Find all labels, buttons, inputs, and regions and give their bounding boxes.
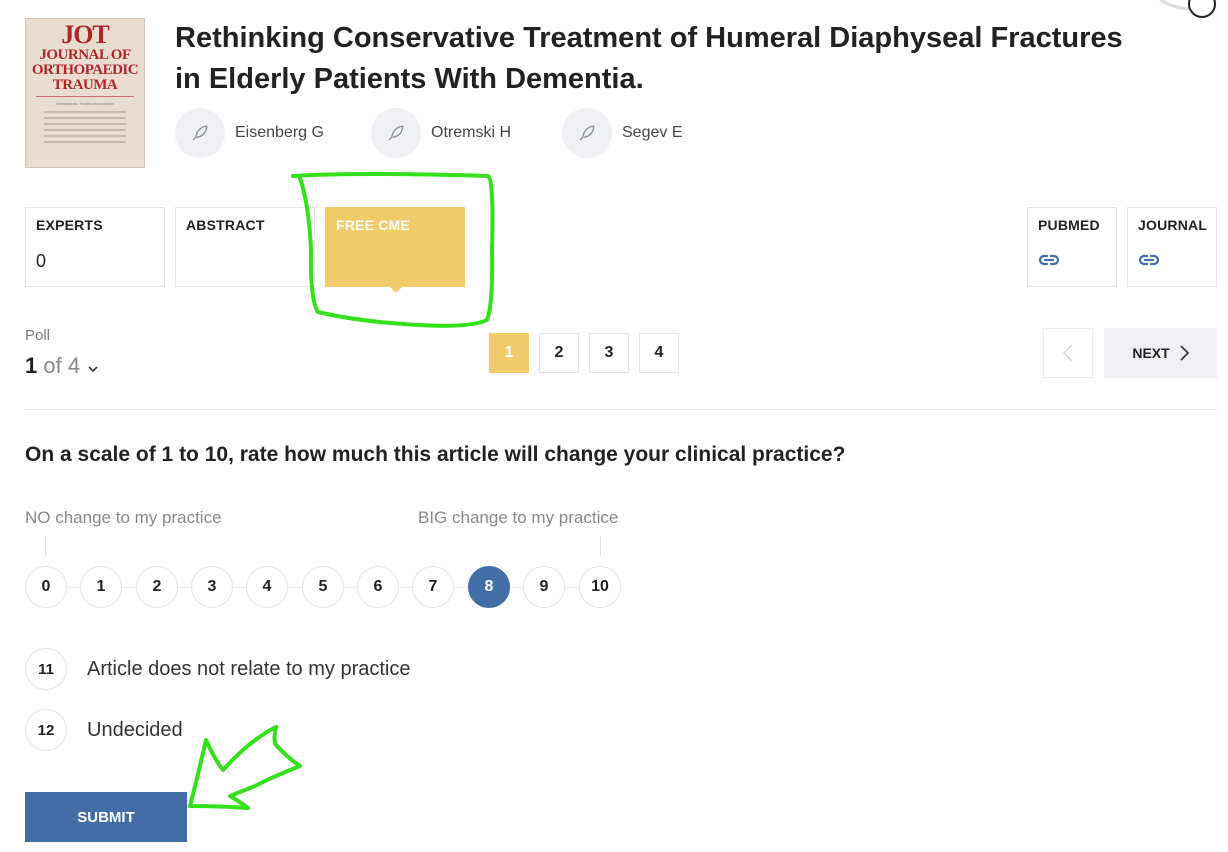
- poll-question: On a scale of 1 to 10, rate how much thi…: [25, 443, 846, 466]
- tab-experts[interactable]: EXPERTS 0: [25, 207, 165, 287]
- cover-text-lines: [26, 111, 144, 143]
- tab-free-cme[interactable]: FREE CME: [325, 207, 465, 293]
- link-icon: [1138, 253, 1206, 271]
- option-label: Undecided: [87, 718, 183, 741]
- option-label: Article does not relate to my practice: [87, 657, 411, 680]
- poll-total: of 4: [37, 353, 81, 378]
- page-button-2[interactable]: 2: [539, 333, 579, 373]
- cover-rule: [36, 96, 134, 97]
- previous-button[interactable]: [1043, 328, 1093, 378]
- rating-0[interactable]: 0: [25, 566, 67, 608]
- cover-subtitle: Orthopaedic Trauma Association: [56, 101, 114, 106]
- article-title: Rethinking Conservative Treatment of Hum…: [175, 22, 1123, 95]
- cover-journal-name-3: TRAUMA: [52, 77, 118, 93]
- rating-1[interactable]: 1: [80, 566, 122, 608]
- poll-current: 1: [25, 353, 38, 378]
- rating-9[interactable]: 9: [523, 566, 565, 608]
- arrow-annotation: [188, 725, 302, 810]
- next-button[interactable]: NEXT: [1104, 328, 1217, 378]
- author-1[interactable]: Eisenberg G: [175, 108, 324, 158]
- tab-abstract[interactable]: ABSTRACT: [175, 207, 315, 287]
- feather-icon: [371, 108, 421, 158]
- tab-experts-label: EXPERTS: [36, 217, 103, 233]
- page-button-3[interactable]: 3: [589, 333, 629, 373]
- rating-4[interactable]: 4: [246, 566, 288, 608]
- cover-journal-name-2: ORTHOPAEDIC: [31, 62, 139, 78]
- author-2[interactable]: Otremski H: [371, 108, 511, 158]
- tab-journal-label: JOURNAL: [1138, 217, 1208, 233]
- poll-label: Poll: [25, 327, 51, 344]
- submit-button[interactable]: SUBMIT: [25, 792, 187, 842]
- tab-journal[interactable]: JOURNAL: [1127, 207, 1217, 287]
- tab-pubmed[interactable]: PUBMED: [1027, 207, 1117, 287]
- chevron-down-icon: [88, 353, 98, 379]
- experts-count: 0: [36, 251, 47, 271]
- poll-selector[interactable]: 1 of 4: [25, 353, 98, 379]
- author-name: Segev E: [622, 124, 683, 141]
- option-number: 11: [25, 648, 67, 690]
- cover-journal-name-1: JOURNAL OF: [39, 47, 131, 63]
- rating-10[interactable]: 10: [579, 566, 621, 608]
- rating-6[interactable]: 6: [357, 566, 399, 608]
- author-3[interactable]: Segev E: [562, 108, 682, 158]
- section-divider: [25, 409, 1217, 410]
- tab-abstract-label: ABSTRACT: [186, 217, 265, 233]
- chevron-left-icon: [1063, 344, 1073, 362]
- scale-low-tick: [45, 536, 46, 556]
- next-button-label: NEXT: [1132, 345, 1170, 361]
- scale-high-tick: [600, 536, 601, 556]
- page-button-4[interactable]: 4: [639, 333, 679, 373]
- cover-masthead: JOT: [61, 20, 110, 49]
- chevron-right-icon: [1180, 345, 1189, 361]
- page-button-1[interactable]: 1: [489, 333, 529, 373]
- feather-icon: [562, 108, 612, 158]
- journal-cover-image[interactable]: JOT JOURNAL OF ORTHOPAEDIC TRAUMA Orthop…: [25, 18, 145, 168]
- rating-7[interactable]: 7: [412, 566, 454, 608]
- option-number: 12: [25, 709, 67, 751]
- option-undecided[interactable]: 12 Undecided: [25, 709, 183, 751]
- corner-circle-icon: [1188, 0, 1216, 18]
- scale-low-label: NO change to my practice: [25, 508, 222, 527]
- author-name: Otremski H: [431, 124, 511, 141]
- link-icon: [1038, 253, 1106, 271]
- rating-2[interactable]: 2: [136, 566, 178, 608]
- rating-8[interactable]: 8: [468, 566, 510, 608]
- corner-ring: [1159, 0, 1206, 11]
- option-not-relate[interactable]: 11 Article does not relate to my practic…: [25, 648, 410, 690]
- active-tab-pointer: [389, 286, 403, 293]
- feather-icon: [175, 108, 225, 158]
- rating-3[interactable]: 3: [191, 566, 233, 608]
- scale-high-label: BIG change to my practice: [418, 508, 619, 527]
- tab-free-cme-label: FREE CME: [336, 217, 410, 233]
- author-name: Eisenberg G: [235, 124, 324, 141]
- rating-5[interactable]: 5: [302, 566, 344, 608]
- tab-pubmed-label: PUBMED: [1038, 217, 1100, 233]
